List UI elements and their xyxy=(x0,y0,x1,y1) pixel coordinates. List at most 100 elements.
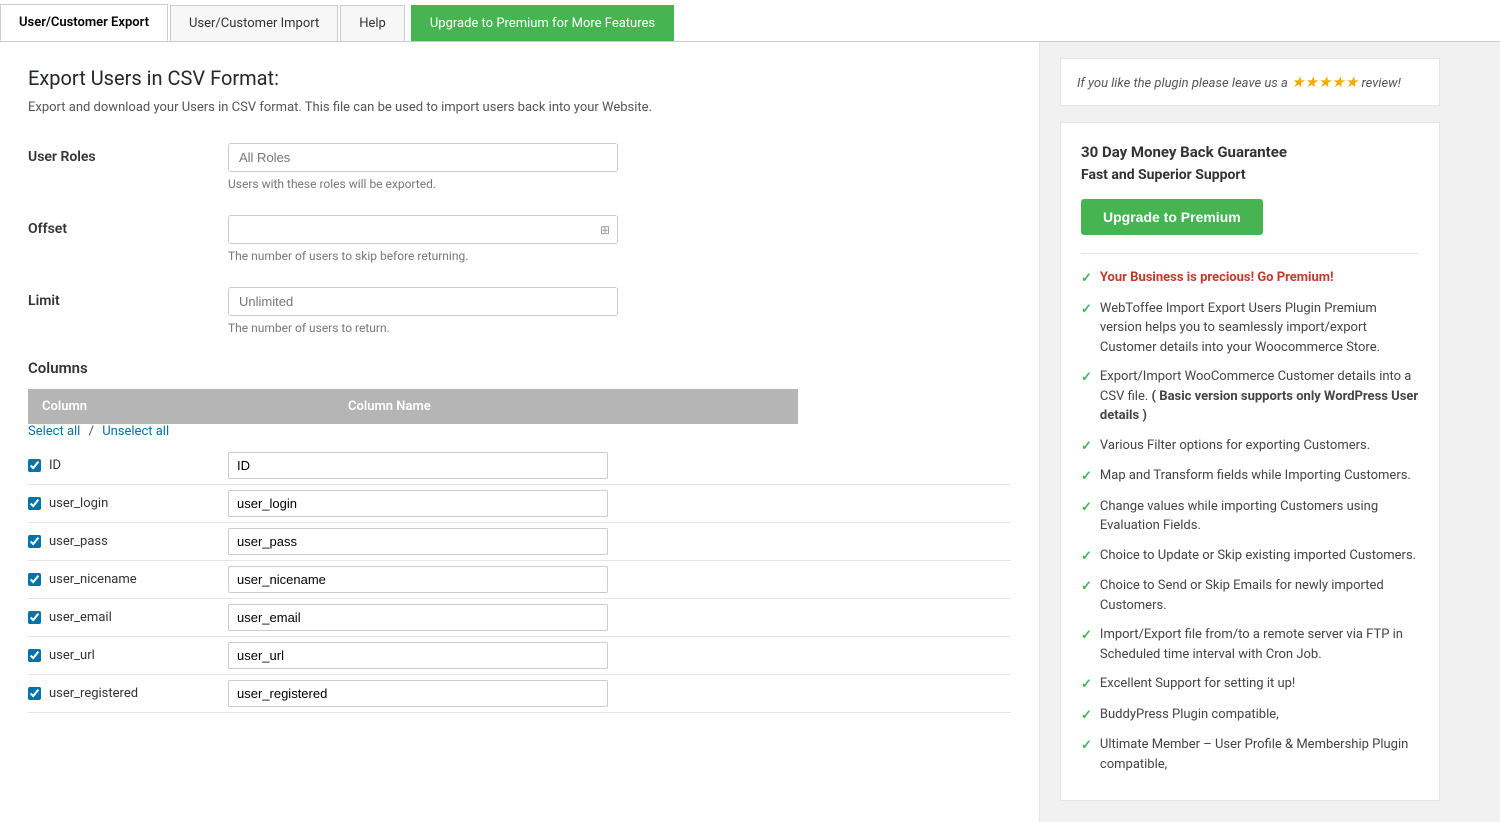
table-row: user_registered xyxy=(28,675,1011,713)
columns-table: Column Column Name xyxy=(28,389,798,424)
checkbox-user_url[interactable] xyxy=(28,649,41,662)
name-col xyxy=(228,566,1011,593)
feature-list-item: ✓ Export/Import WooCommerce Customer deta… xyxy=(1081,367,1419,426)
select-links: Select all / Unselect all xyxy=(28,424,1011,439)
checkmark-icon: ✓ xyxy=(1081,368,1092,388)
tab-import[interactable]: User/Customer Import xyxy=(170,5,338,41)
col-name-input-user_registered[interactable] xyxy=(228,680,608,707)
table-row: user_pass xyxy=(28,523,1011,561)
col-name-user_registered: user_registered xyxy=(49,686,138,701)
limit-row: Limit The number of users to return. xyxy=(28,287,1011,335)
name-col xyxy=(228,604,1011,631)
checkmark-icon: ✓ xyxy=(1081,300,1092,320)
upgrade-premium-button[interactable]: Upgrade to Premium xyxy=(1081,199,1263,235)
col-name-input-id[interactable] xyxy=(228,452,608,479)
table-row: user_nicename xyxy=(28,561,1011,599)
feature-text: Choice to Send or Skip Emails for newly … xyxy=(1100,576,1419,615)
name-col xyxy=(228,642,1011,669)
feature-text: Excellent Support for setting it up! xyxy=(1100,674,1295,694)
tabs-bar: User/Customer Export User/Customer Impor… xyxy=(0,0,1500,42)
user-roles-label: User Roles xyxy=(28,143,228,165)
limit-input[interactable] xyxy=(228,287,618,316)
columns-section: Columns Column Column Name Select all / … xyxy=(28,359,1011,713)
review-link: review! xyxy=(1362,76,1401,91)
page-title: Export Users in CSV Format: xyxy=(28,66,1011,90)
col-name-user_nicename: user_nicename xyxy=(49,572,137,587)
review-bar: If you like the plugin please leave us a… xyxy=(1060,58,1440,106)
checkbox-user_pass[interactable] xyxy=(28,535,41,548)
columns-title: Columns xyxy=(28,359,1011,377)
check-col: user_registered xyxy=(28,686,228,701)
checkmark-icon: ✓ xyxy=(1081,498,1092,518)
col-name-input-user_url[interactable] xyxy=(228,642,608,669)
feature-text: WebToffee Import Export Users Plugin Pre… xyxy=(1100,299,1419,358)
col-name-input-user_nicename[interactable] xyxy=(228,566,608,593)
fast-support-text: Fast and Superior Support xyxy=(1081,167,1419,183)
checkmark-icon: ✓ xyxy=(1081,437,1092,457)
feature-list-item: ✓BuddyPress Plugin compatible, xyxy=(1081,705,1419,726)
checkbox-user_login[interactable] xyxy=(28,497,41,510)
tab-export[interactable]: User/Customer Export xyxy=(0,4,168,41)
limit-hint: The number of users to return. xyxy=(228,321,1011,335)
feature-text: Ultimate Member – User Profile & Members… xyxy=(1100,735,1419,774)
col-name-user_url: user_url xyxy=(49,648,95,663)
feature-list-item: ✓ Choice to Send or Skip Emails for newly… xyxy=(1081,576,1419,615)
tab-help[interactable]: Help xyxy=(340,5,405,41)
feature-text: Map and Transform fields while Importing… xyxy=(1100,466,1411,486)
col-header-name: Column Name xyxy=(334,389,798,424)
checkbox-user_nicename[interactable] xyxy=(28,573,41,586)
check-col: user_login xyxy=(28,496,228,511)
columns-list: ID user_login user_pass user_nicename user_e… xyxy=(28,447,1011,713)
col-header-column: Column xyxy=(28,389,334,424)
checkmark-icon: ✓ xyxy=(1081,675,1092,695)
feature-text: Choice to Update or Skip existing import… xyxy=(1100,546,1416,566)
feature-text: Export/Import WooCommerce Customer detai… xyxy=(1100,367,1419,426)
feature-list: ✓Your Business is precious! Go Premium!✓… xyxy=(1081,268,1419,774)
feature-text: Import/Export file from/to a remote serv… xyxy=(1100,625,1419,664)
feature-list-item: ✓ Map and Transform fields while Importin… xyxy=(1081,466,1419,487)
checkbox-id[interactable] xyxy=(28,459,41,472)
offset-content: 0 ⊞ The number of users to skip before r… xyxy=(228,215,1011,263)
offset-input-wrap: 0 ⊞ xyxy=(228,215,618,244)
feature-list-item: ✓ Your Business is precious! Go Premium! xyxy=(1081,268,1419,289)
col-name-user_pass: user_pass xyxy=(49,534,108,549)
col-name-user_email: user_email xyxy=(49,610,112,625)
col-name-input-user_email[interactable] xyxy=(228,604,608,631)
feature-text: Change values while importing Customers … xyxy=(1100,497,1419,536)
checkmark-icon: ✓ xyxy=(1081,269,1092,289)
check-col: user_pass xyxy=(28,534,228,549)
col-name-input-user_pass[interactable] xyxy=(228,528,608,555)
review-text: If you like the plugin please leave us a xyxy=(1077,76,1288,91)
columns-header-row: Column Column Name xyxy=(28,389,798,424)
select-all-link[interactable]: Select all xyxy=(28,424,80,439)
main-content: Export Users in CSV Format: Export and d… xyxy=(0,42,1040,822)
name-col xyxy=(228,680,1011,707)
checkmark-icon: ✓ xyxy=(1081,467,1092,487)
user-roles-input[interactable] xyxy=(228,143,618,172)
limit-label: Limit xyxy=(28,287,228,309)
table-row: user_email xyxy=(28,599,1011,637)
check-col: user_nicename xyxy=(28,572,228,587)
guarantee-text: 30 Day Money Back Guarantee xyxy=(1081,143,1419,161)
feature-text: Your Business is precious! Go Premium! xyxy=(1100,268,1334,288)
checkmark-icon: ✓ xyxy=(1081,706,1092,726)
name-col xyxy=(228,528,1011,555)
offset-row: Offset 0 ⊞ The number of users to skip b… xyxy=(28,215,1011,263)
check-col: ID xyxy=(28,458,228,473)
offset-input[interactable]: 0 xyxy=(228,215,618,244)
checkbox-user_email[interactable] xyxy=(28,611,41,624)
name-col xyxy=(228,490,1011,517)
feature-list-item: ✓Various Filter options for exporting Cu… xyxy=(1081,436,1419,457)
feature-list-item: ✓ Excellent Support for setting it up! xyxy=(1081,674,1419,695)
col-name-id: ID xyxy=(49,458,61,473)
checkbox-user_registered[interactable] xyxy=(28,687,41,700)
col-name-input-user_login[interactable] xyxy=(228,490,608,517)
table-row: user_url xyxy=(28,637,1011,675)
unselect-all-link[interactable]: Unselect all xyxy=(102,424,169,439)
name-col xyxy=(228,452,1011,479)
tab-upgrade[interactable]: Upgrade to Premium for More Features xyxy=(411,5,674,41)
table-row: ID xyxy=(28,447,1011,485)
offset-hint: The number of users to skip before retur… xyxy=(228,249,1011,263)
number-icon: ⊞ xyxy=(600,223,610,237)
checkmark-icon: ✓ xyxy=(1081,577,1092,597)
